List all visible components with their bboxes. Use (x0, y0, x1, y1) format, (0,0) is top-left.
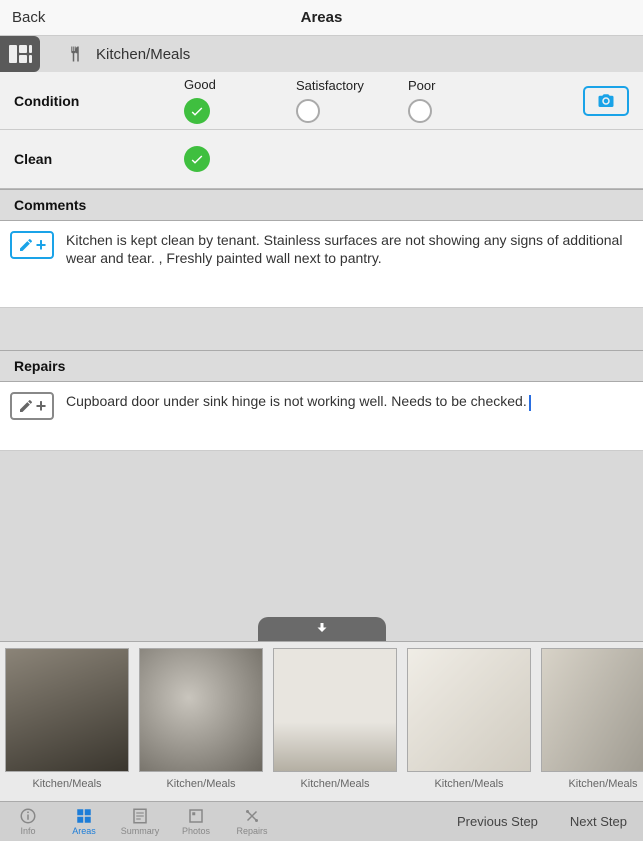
option-satisfactory[interactable]: Satisfactory (296, 78, 408, 123)
view-grid-toggle[interactable] (0, 36, 40, 72)
photo-caption: Kitchen/Meals (32, 778, 101, 790)
tab-info[interactable]: Info (0, 807, 56, 836)
pencil-icon (18, 237, 34, 253)
photo-thumbnail (139, 648, 263, 772)
photo-thumbnail (407, 648, 531, 772)
photo-tray-handle[interactable] (258, 617, 386, 641)
back-button[interactable]: Back (12, 9, 45, 26)
photo-thumbnail (273, 648, 397, 772)
photo-caption: Kitchen/Meals (300, 778, 369, 790)
checkmark-icon (184, 146, 210, 172)
photo-tray[interactable]: Kitchen/Meals Kitchen/Meals Kitchen/Meal… (0, 641, 643, 801)
photo-caption: Kitchen/Meals (166, 778, 235, 790)
condition-label: Condition (14, 93, 184, 109)
text-cursor (529, 395, 531, 411)
photo-item[interactable]: Kitchen/Meals (404, 648, 534, 801)
bottom-bar: Info Areas Summary Photos Repairs Previo… (0, 801, 643, 841)
condition-row: Condition Good Satisfactory Poor (0, 72, 643, 130)
option-good-label: Good (184, 77, 216, 92)
clean-row: Clean (0, 130, 643, 188)
photo-item[interactable]: Kitchen/Meals (2, 648, 132, 801)
areas-icon (75, 807, 93, 825)
tab-areas[interactable]: Areas (56, 807, 112, 836)
section-gap (0, 308, 643, 350)
photo-caption: Kitchen/Meals (434, 778, 503, 790)
summary-icon (131, 807, 149, 825)
pencil-icon (18, 398, 34, 414)
tab-photos[interactable]: Photos (168, 807, 224, 836)
ratings-panel: Condition Good Satisfactory Poor Clean (0, 72, 643, 189)
info-icon (19, 807, 37, 825)
checkmark-icon (184, 98, 210, 124)
option-clean-good[interactable] (184, 146, 296, 172)
photo-item[interactable]: Kitchen/Meals (136, 648, 266, 801)
edit-comment-button[interactable]: + (10, 231, 54, 259)
option-poor[interactable]: Poor (408, 78, 520, 123)
photo-item[interactable]: Kitchen/Meals (270, 648, 400, 801)
camera-icon (594, 92, 618, 110)
area-name: Kitchen/Meals (96, 46, 190, 63)
utensils-icon (66, 45, 84, 63)
photo-caption: Kitchen/Meals (568, 778, 637, 790)
radio-empty-icon (408, 99, 432, 123)
radio-empty-icon (296, 99, 320, 123)
next-step-button[interactable]: Next Step (554, 814, 643, 829)
repairs-header: Repairs (0, 350, 643, 382)
edit-repair-button[interactable]: + (10, 392, 54, 420)
tab-summary[interactable]: Summary (112, 807, 168, 836)
comments-block: + Kitchen is kept clean by tenant. Stain… (0, 221, 643, 308)
photos-icon (187, 807, 205, 825)
tab-repairs[interactable]: Repairs (224, 807, 280, 836)
comments-header: Comments (0, 189, 643, 221)
option-satisfactory-label: Satisfactory (296, 78, 364, 93)
plus-icon: + (36, 396, 47, 417)
photo-item[interactable]: Kitchen/Meals (538, 648, 643, 801)
area-header: Kitchen/Meals (0, 36, 643, 72)
option-poor-label: Poor (408, 78, 435, 93)
previous-step-button[interactable]: Previous Step (441, 814, 554, 829)
photo-thumbnail (541, 648, 643, 772)
nav-header: Back Areas (0, 0, 643, 36)
photo-thumbnail (5, 648, 129, 772)
repairs-block: + Cupboard door under sink hinge is not … (0, 382, 643, 451)
arrow-down-icon (313, 620, 331, 638)
camera-button[interactable] (583, 86, 629, 116)
grid-icon (9, 45, 32, 63)
option-good[interactable]: Good (184, 77, 296, 124)
repairs-icon (243, 807, 261, 825)
plus-icon: + (36, 235, 47, 256)
repairs-text[interactable]: Cupboard door under sink hinge is not wo… (66, 392, 633, 410)
comments-text[interactable]: Kitchen is kept clean by tenant. Stainle… (66, 231, 633, 267)
clean-label: Clean (14, 151, 184, 167)
nav-title: Areas (0, 9, 643, 26)
